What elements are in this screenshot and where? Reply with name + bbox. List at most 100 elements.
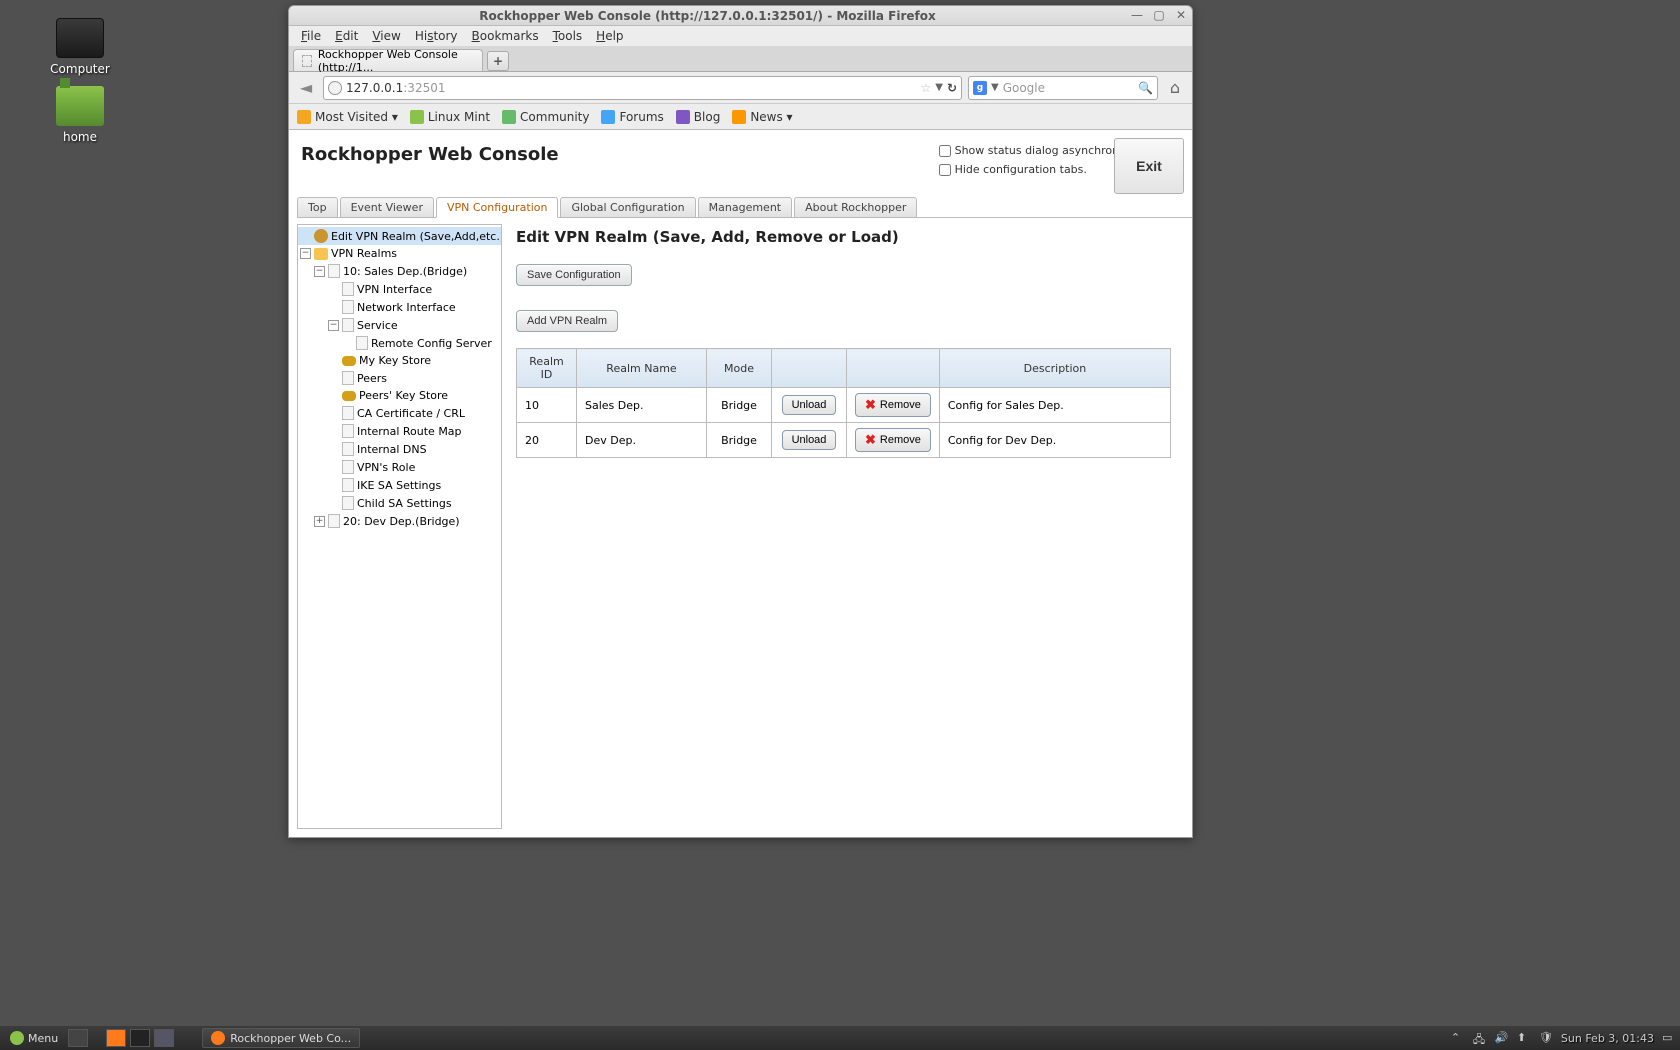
home-button[interactable]: ⌂	[1164, 77, 1186, 99]
reload-icon[interactable]: ↻	[947, 81, 957, 95]
tree-peers-key-store[interactable]: Peers' Key Store	[298, 387, 501, 404]
bookmark-news[interactable]: News ▾	[732, 110, 792, 124]
bookmark-most-visited[interactable]: Most Visited ▾	[297, 110, 398, 124]
realm-tree: Edit VPN Realm (Save,Add,etc.) −VPN Real…	[297, 224, 502, 829]
tray-icon[interactable]: ⌃	[1451, 1031, 1465, 1045]
window-minimize-button[interactable]: —	[1129, 9, 1145, 23]
tree-vpn-interface[interactable]: VPN Interface	[298, 280, 501, 298]
browser-tab[interactable]: Rockhopper Web Console (http://1...	[293, 49, 483, 71]
collapse-icon[interactable]: −	[300, 248, 311, 259]
tab-event-viewer[interactable]: Event Viewer	[340, 197, 434, 218]
th-mode: Mode	[707, 349, 772, 388]
tab-management[interactable]: Management	[698, 197, 792, 218]
search-icon[interactable]: 🔍	[1138, 81, 1153, 95]
page-icon	[328, 514, 340, 528]
volume-icon[interactable]: 🔊	[1495, 1031, 1509, 1045]
save-configuration-button[interactable]: Save Configuration	[516, 264, 632, 286]
page-icon	[342, 406, 354, 420]
desktop-icon-home[interactable]: home	[40, 86, 120, 144]
taskbar-task-firefox[interactable]: Rockhopper Web Co...	[202, 1028, 360, 1048]
folder-icon	[56, 86, 104, 126]
bookmark-blog[interactable]: Blog	[676, 110, 721, 124]
page-icon	[356, 336, 368, 350]
menu-help[interactable]: Help	[592, 28, 627, 44]
start-menu-button[interactable]: Menu	[4, 1029, 64, 1047]
browser-tab-label: Rockhopper Web Console (http://1...	[318, 48, 474, 74]
checkbox-hide-input[interactable]	[939, 164, 951, 176]
tree-my-key-store[interactable]: My Key Store	[298, 352, 501, 369]
network-icon[interactable]: 🖧	[1473, 1031, 1487, 1045]
quicklaunch-firefox[interactable]	[106, 1029, 126, 1047]
exit-button[interactable]: Exit	[1114, 138, 1184, 194]
menu-tools[interactable]: Tools	[549, 28, 587, 44]
tab-vpn-configuration[interactable]: VPN Configuration	[436, 197, 558, 218]
tab-global-configuration[interactable]: Global Configuration	[560, 197, 695, 218]
bookmark-forums[interactable]: Forums	[601, 110, 663, 124]
browser-navbar: ◄ 127.0.0.1:32501 ☆ ▼ ↻ g ▼ Google 🔍 ⌂	[289, 72, 1192, 104]
menu-file[interactable]: File	[297, 28, 325, 44]
checkbox-async-input[interactable]	[939, 145, 951, 157]
search-engine-dropdown-icon[interactable]: ▼	[991, 82, 999, 93]
page-content: Rockhopper Web Console Show status dialo…	[289, 130, 1192, 837]
tab-top[interactable]: Top	[297, 197, 338, 218]
gear-icon	[314, 229, 328, 243]
page-icon	[342, 424, 354, 438]
menu-history[interactable]: History	[411, 28, 462, 44]
new-tab-button[interactable]: +	[487, 51, 509, 71]
unload-button[interactable]: Unload	[782, 430, 837, 450]
tree-ike-sa[interactable]: IKE SA Settings	[298, 476, 501, 494]
show-desktop-icon[interactable]: ▭	[1662, 1031, 1676, 1045]
bookmark-community[interactable]: Community	[502, 110, 589, 124]
clock[interactable]: Sun Feb 3, 01:43	[1561, 1032, 1654, 1045]
quicklaunch-files[interactable]	[154, 1029, 174, 1047]
collapse-icon[interactable]: −	[328, 320, 339, 331]
cell-mode: Bridge	[707, 423, 772, 458]
tree-edit-realm[interactable]: Edit VPN Realm (Save,Add,etc.)	[298, 227, 501, 245]
collapse-icon[interactable]: −	[314, 266, 325, 277]
bookmark-linux-mint[interactable]: Linux Mint	[410, 110, 490, 124]
tree-realm-20[interactable]: +20: Dev Dep.(Bridge)	[298, 512, 501, 530]
cell-realm-id: 20	[517, 423, 577, 458]
tab-about-rockhopper[interactable]: About Rockhopper	[794, 197, 917, 218]
feed-icon	[297, 110, 311, 124]
content-tabs: Top Event Viewer VPN Configuration Globa…	[297, 196, 1192, 218]
system-tray: ⌃ 🖧 🔊 ⬆ 🛡 Sun Feb 3, 01:43 ▭	[1451, 1031, 1676, 1045]
quicklaunch-terminal[interactable]	[130, 1029, 150, 1047]
show-desktop-button[interactable]	[68, 1029, 88, 1047]
remove-button[interactable]: ✖Remove	[855, 393, 931, 417]
search-bar[interactable]: g ▼ Google 🔍	[968, 76, 1158, 100]
remove-button[interactable]: ✖Remove	[855, 428, 931, 452]
folder-icon	[314, 248, 328, 260]
tree-network-interface[interactable]: Network Interface	[298, 298, 501, 316]
menu-view[interactable]: View	[368, 28, 404, 44]
tree-internal-dns[interactable]: Internal DNS	[298, 440, 501, 458]
tree-realm-10[interactable]: −10: Sales Dep.(Bridge)	[298, 262, 501, 280]
table-row: 20 Dev Dep. Bridge Unload ✖Remove Config…	[517, 423, 1171, 458]
tree-vpn-role[interactable]: VPN's Role	[298, 458, 501, 476]
firefox-icon	[211, 1031, 225, 1045]
tree-service[interactable]: −Service	[298, 316, 501, 334]
x-icon: ✖	[865, 432, 876, 448]
tree-vpn-realms[interactable]: −VPN Realms	[298, 245, 501, 262]
realm-table: Realm ID Realm Name Mode Description 10 …	[516, 348, 1171, 458]
tree-ca-crl[interactable]: CA Certificate / CRL	[298, 404, 501, 422]
url-dropdown-icon[interactable]: ▼	[935, 82, 943, 93]
menu-bookmarks[interactable]: Bookmarks	[468, 28, 543, 44]
window-titlebar[interactable]: Rockhopper Web Console (http://127.0.0.1…	[289, 6, 1192, 26]
desktop-icon-computer[interactable]: Computer	[40, 18, 120, 76]
tree-internal-route-map[interactable]: Internal Route Map	[298, 422, 501, 440]
back-button[interactable]: ◄	[295, 77, 317, 99]
bookmark-star-icon[interactable]: ☆	[920, 81, 931, 95]
unload-button[interactable]: Unload	[782, 395, 837, 415]
tree-peers[interactable]: Peers	[298, 369, 501, 387]
shield-icon[interactable]: 🛡	[1539, 1031, 1553, 1045]
expand-icon[interactable]: +	[314, 516, 325, 527]
window-close-button[interactable]: ✕	[1173, 9, 1189, 23]
tree-remote-config-server[interactable]: Remote Config Server	[298, 334, 501, 352]
menu-edit[interactable]: Edit	[331, 28, 362, 44]
add-vpn-realm-button[interactable]: Add VPN Realm	[516, 310, 618, 332]
url-bar[interactable]: 127.0.0.1:32501 ☆ ▼ ↻	[323, 76, 962, 100]
tree-child-sa[interactable]: Child SA Settings	[298, 494, 501, 512]
window-maximize-button[interactable]: ▢	[1151, 9, 1167, 23]
updates-icon[interactable]: ⬆	[1517, 1031, 1531, 1045]
